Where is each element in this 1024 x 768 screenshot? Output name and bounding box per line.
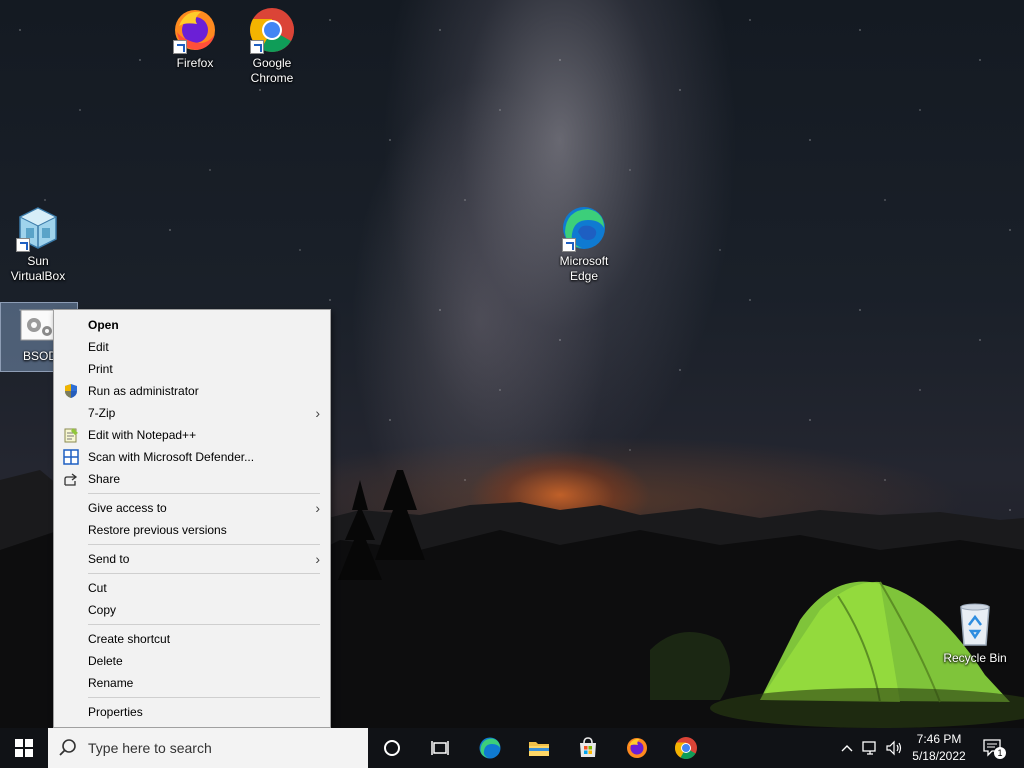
menu-item-scan-with-defender[interactable]: Scan with Microsoft Defender...: [54, 446, 330, 468]
desktop-icon-microsoft-edge[interactable]: Microsoft Edge: [546, 204, 622, 284]
menu-item-edit-with-notepadplusplus[interactable]: Edit with Notepad++: [54, 424, 330, 446]
task-view-button[interactable]: [416, 728, 464, 768]
action-center-button[interactable]: 1: [980, 728, 1008, 768]
menu-separator: [88, 697, 320, 698]
windows-logo-icon: [15, 739, 33, 757]
taskbar-edge-button[interactable]: [466, 728, 514, 768]
edge-icon: [560, 204, 608, 252]
menu-item-create-shortcut[interactable]: Create shortcut: [54, 628, 330, 650]
search-icon: [58, 738, 78, 758]
firefox-icon: [627, 738, 647, 758]
menu-item-restore-previous-versions[interactable]: Restore previous versions: [54, 519, 330, 541]
microsoft-store-icon: [580, 737, 596, 757]
desktop-icon-recycle-bin[interactable]: Recycle Bin: [937, 601, 1013, 666]
desktop-icon-label: Sun VirtualBox: [10, 254, 66, 283]
menu-separator: [88, 493, 320, 494]
defender-icon: [63, 449, 79, 465]
speaker-icon: [886, 740, 902, 756]
menu-item-send-to[interactable]: Send to ›: [54, 548, 330, 570]
taskbar-firefox-button[interactable]: [613, 728, 661, 768]
volume-button[interactable]: [884, 728, 906, 768]
search-placeholder: Type here to search: [88, 740, 212, 756]
start-button[interactable]: [0, 728, 48, 768]
chevron-right-icon: ›: [315, 500, 320, 516]
menu-item-open[interactable]: Open: [54, 314, 330, 336]
desktop-icon-label: Google Chrome: [250, 56, 294, 85]
clock-date: 5/18/2022: [912, 749, 966, 763]
desktop-icon-sun-virtualbox[interactable]: Sun VirtualBox: [0, 204, 76, 284]
firefox-icon: [171, 6, 219, 54]
menu-item-delete[interactable]: Delete: [54, 650, 330, 672]
taskbar-chrome-button[interactable]: [662, 728, 710, 768]
menu-item-edit[interactable]: Edit: [54, 336, 330, 358]
desktop-icon-label: Microsoft Edge: [559, 254, 609, 283]
taskbar-clock[interactable]: 7:46 PM 5/18/2022: [905, 731, 973, 765]
uac-shield-icon: [63, 383, 79, 399]
notepadplusplus-icon: [63, 427, 79, 443]
network-button[interactable]: [860, 728, 882, 768]
menu-item-properties[interactable]: Properties: [54, 701, 330, 723]
desktop-icon-firefox[interactable]: Firefox: [157, 6, 233, 71]
chevron-right-icon: ›: [315, 405, 320, 421]
menu-separator: [88, 573, 320, 574]
desktop-icon-label: Recycle Bin: [943, 651, 1007, 665]
taskbar-search-box[interactable]: Type here to search: [48, 728, 368, 768]
menu-separator: [88, 624, 320, 625]
clock-time: 7:46 PM: [916, 732, 962, 746]
taskbar-store-button[interactable]: [564, 728, 612, 768]
menu-item-print[interactable]: Print: [54, 358, 330, 380]
menu-item-cut[interactable]: Cut: [54, 577, 330, 599]
show-hidden-icons-button[interactable]: [838, 728, 856, 768]
notification-count-badge: 1: [994, 747, 1006, 759]
menu-separator: [88, 544, 320, 545]
virtualbox-icon: [14, 204, 62, 252]
file-explorer-icon: [529, 742, 549, 756]
menu-item-give-access-to[interactable]: Give access to ›: [54, 497, 330, 519]
menu-item-run-as-administrator[interactable]: Run as administrator: [54, 380, 330, 402]
chevron-right-icon: ›: [315, 551, 320, 567]
menu-item-share[interactable]: Share: [54, 468, 330, 490]
network-icon: [862, 741, 876, 755]
share-icon: [63, 471, 79, 487]
chevron-up-icon: [841, 745, 853, 752]
taskbar-file-explorer-button[interactable]: [515, 728, 563, 768]
context-menu: Open Edit Print Run as administrator 7-Z…: [53, 309, 331, 728]
chrome-icon: [248, 6, 296, 54]
menu-item-copy[interactable]: Copy: [54, 599, 330, 621]
task-view-icon: [431, 741, 449, 755]
desktop-icon-google-chrome[interactable]: Google Chrome: [234, 6, 310, 86]
recycle-bin-icon: [951, 601, 999, 649]
edge-icon: [479, 737, 501, 759]
taskbar: Type here to search 7:46 PM 5/18/2022 1: [0, 728, 1024, 768]
cortana-button[interactable]: [368, 728, 416, 768]
menu-item-7zip[interactable]: 7-Zip ›: [54, 402, 330, 424]
chrome-icon: [675, 737, 697, 759]
menu-item-rename[interactable]: Rename: [54, 672, 330, 694]
desktop-icon-label: Firefox: [176, 56, 214, 70]
cortana-icon: [384, 740, 400, 756]
